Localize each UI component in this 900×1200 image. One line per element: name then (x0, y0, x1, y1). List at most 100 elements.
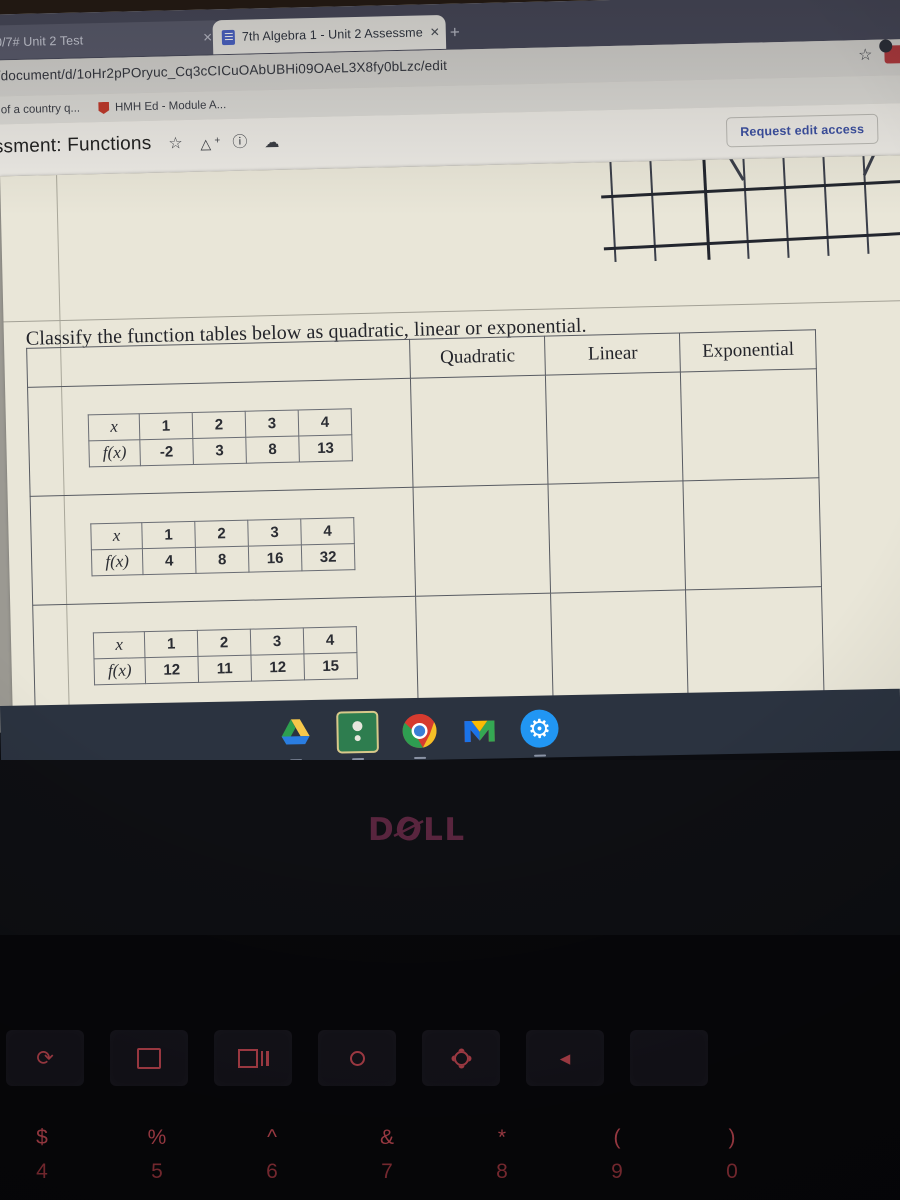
settings-gear-icon[interactable] (520, 709, 559, 757)
function-table-cell: x 1 2 3 4 f(x) 12 11 12 15 (32, 596, 419, 715)
google-docs-favicon-icon (221, 29, 236, 45)
bookmark-label: HMH Ed - Module A... (114, 99, 227, 114)
fx-value: 8 (245, 435, 300, 463)
fx-value: 13 (298, 434, 353, 462)
x-value: 4 (298, 408, 352, 436)
google-drive-icon[interactable] (276, 714, 315, 762)
key-7[interactable]: & 7 (357, 1120, 417, 1190)
answer-cell-quadratic[interactable] (412, 484, 551, 597)
new-tab-button[interactable]: + (444, 22, 467, 45)
row-label-x: x (88, 413, 140, 441)
bookmark-label: quilt of a country q... (0, 102, 81, 117)
keyboard-number-row: $ 4 % 5 ^ 6 & 7 * 8 ( 9) 0 (0, 1120, 900, 1190)
answer-cell-linear[interactable] (548, 480, 686, 594)
x-value: 2 (194, 519, 249, 547)
key-8[interactable]: * 8 (472, 1120, 532, 1190)
close-icon[interactable]: ✕ (203, 30, 213, 44)
google-classroom-icon[interactable] (336, 710, 379, 761)
function-table-3: x 1 2 3 4 f(x) 12 11 12 15 (93, 626, 358, 685)
fx-value: 12 (144, 655, 199, 684)
x-value: 1 (144, 629, 198, 658)
app-active-indicator (414, 756, 427, 760)
key-9[interactable]: ( 9 (587, 1120, 647, 1190)
table-row: x 1 2 3 4 f(x) 4 8 16 32 (30, 477, 822, 606)
omnibox-actions: ☆ (858, 43, 900, 65)
bookmark-item[interactable]: HMH Ed - Module A... (98, 99, 226, 114)
answer-cell-exponential[interactable] (680, 368, 819, 481)
fn-row-fx: f(x) 4 8 16 32 (91, 543, 355, 576)
fx-value: 12 (250, 653, 305, 681)
laptop-photo: 10/7# Unit 2 Test ✕ 7th Algebra 1 - Unit… (0, 0, 900, 1200)
key-0[interactable]: ) 0 (702, 1120, 762, 1190)
google-chrome-icon[interactable] (400, 712, 439, 760)
star-icon[interactable] (168, 136, 185, 153)
x-value: 2 (197, 628, 251, 656)
answer-cell-linear[interactable] (550, 589, 689, 703)
answer-cell-linear[interactable] (545, 371, 684, 485)
answer-cell-quadratic[interactable] (410, 375, 549, 488)
document-title[interactable]: sessment: Functions (0, 133, 152, 159)
coordinate-grid (599, 153, 900, 263)
x-value: 3 (245, 409, 299, 437)
x-value: 1 (141, 520, 196, 549)
brightness-up-key[interactable] (422, 1030, 500, 1086)
fx-value: 4 (142, 546, 196, 575)
bookmark-star-icon[interactable]: ☆ (858, 45, 873, 65)
close-icon[interactable]: ✕ (430, 25, 440, 39)
header-linear: Linear (544, 332, 681, 376)
offline-cloud-icon[interactable] (264, 134, 281, 151)
gmail-icon[interactable] (460, 710, 499, 749)
laptop-keyboard: ⟳ ◂ $ 4 % 5 ^ 6 & 7 * 8 (9) 0 (0, 935, 900, 1200)
fullscreen-icon (137, 1047, 161, 1069)
browser-tab-active[interactable]: 7th Algebra 1 - Unit 2 Assessme ✕ (212, 14, 447, 55)
fx-value: 32 (301, 543, 355, 571)
document-status-icon[interactable] (232, 135, 249, 152)
fx-value: 3 (192, 436, 247, 464)
answer-cell-exponential[interactable] (685, 586, 825, 699)
fn-row-fx: f(x) 12 11 12 15 (93, 652, 358, 685)
fullscreen-key[interactable] (110, 1030, 188, 1086)
fx-value: 15 (303, 652, 358, 680)
bookmark-item[interactable]: quilt of a country q... (0, 103, 80, 117)
worksheet-page: Classify the function tables below as qu… (0, 153, 900, 733)
extension-icon[interactable] (884, 45, 900, 64)
keyboard-function-row: ⟳ ◂ (0, 1030, 900, 1086)
x-value: 1 (139, 411, 193, 440)
fx-value: 8 (195, 545, 249, 573)
overview-key[interactable] (214, 1030, 292, 1086)
answer-cell-quadratic[interactable] (415, 593, 554, 706)
row-label-fx: f(x) (93, 657, 146, 685)
header-exponential: Exponential (679, 329, 817, 372)
brightness-down-key[interactable] (318, 1030, 396, 1086)
answer-cell-exponential[interactable] (683, 477, 822, 590)
url-text: om/document/d/1oHr2pPOryuc_Cq3cCICuOAbUB… (0, 57, 448, 84)
refresh-key[interactable]: ⟳ (6, 1030, 84, 1086)
brightness-down-icon (349, 1050, 365, 1066)
request-edit-access-button[interactable]: Request edit access (725, 113, 879, 148)
move-to-folder-icon[interactable] (200, 135, 217, 152)
key-6[interactable]: ^ 6 (242, 1120, 302, 1190)
overview-icon (237, 1048, 269, 1068)
refresh-icon: ⟳ (36, 1046, 54, 1070)
fn-row-fx: f(x) -2 3 8 13 (88, 434, 353, 467)
function-table-cell: x 1 2 3 4 f(x) -2 3 8 13 (27, 378, 413, 497)
key-4[interactable]: $ 4 (12, 1120, 72, 1190)
dell-logo: DØLL (368, 808, 466, 852)
row-label-x: x (93, 631, 145, 659)
tab-title: 7th Algebra 1 - Unit 2 Assessme (241, 25, 423, 44)
fx-value: 16 (248, 544, 302, 572)
x-value: 2 (192, 410, 246, 438)
function-table-2: x 1 2 3 4 f(x) 4 8 16 32 (90, 517, 355, 576)
browser-tab-background[interactable]: 10/7# Unit 2 Test ✕ (0, 20, 223, 60)
tab-title: 10/7# Unit 2 Test (0, 33, 84, 50)
shelf-app-list (276, 707, 559, 762)
row-label-fx: f(x) (88, 439, 141, 467)
document-title-icons (168, 134, 281, 154)
row-label-x: x (90, 522, 143, 550)
key-5[interactable]: % 5 (127, 1120, 187, 1190)
classification-table: Quadratic Linear Exponential x 1 2 3 4 f… (26, 329, 825, 715)
mute-icon: ◂ (559, 1046, 571, 1070)
volume-down-key[interactable] (630, 1030, 708, 1086)
mute-key[interactable]: ◂ (526, 1030, 604, 1086)
x-value: 4 (300, 517, 355, 545)
